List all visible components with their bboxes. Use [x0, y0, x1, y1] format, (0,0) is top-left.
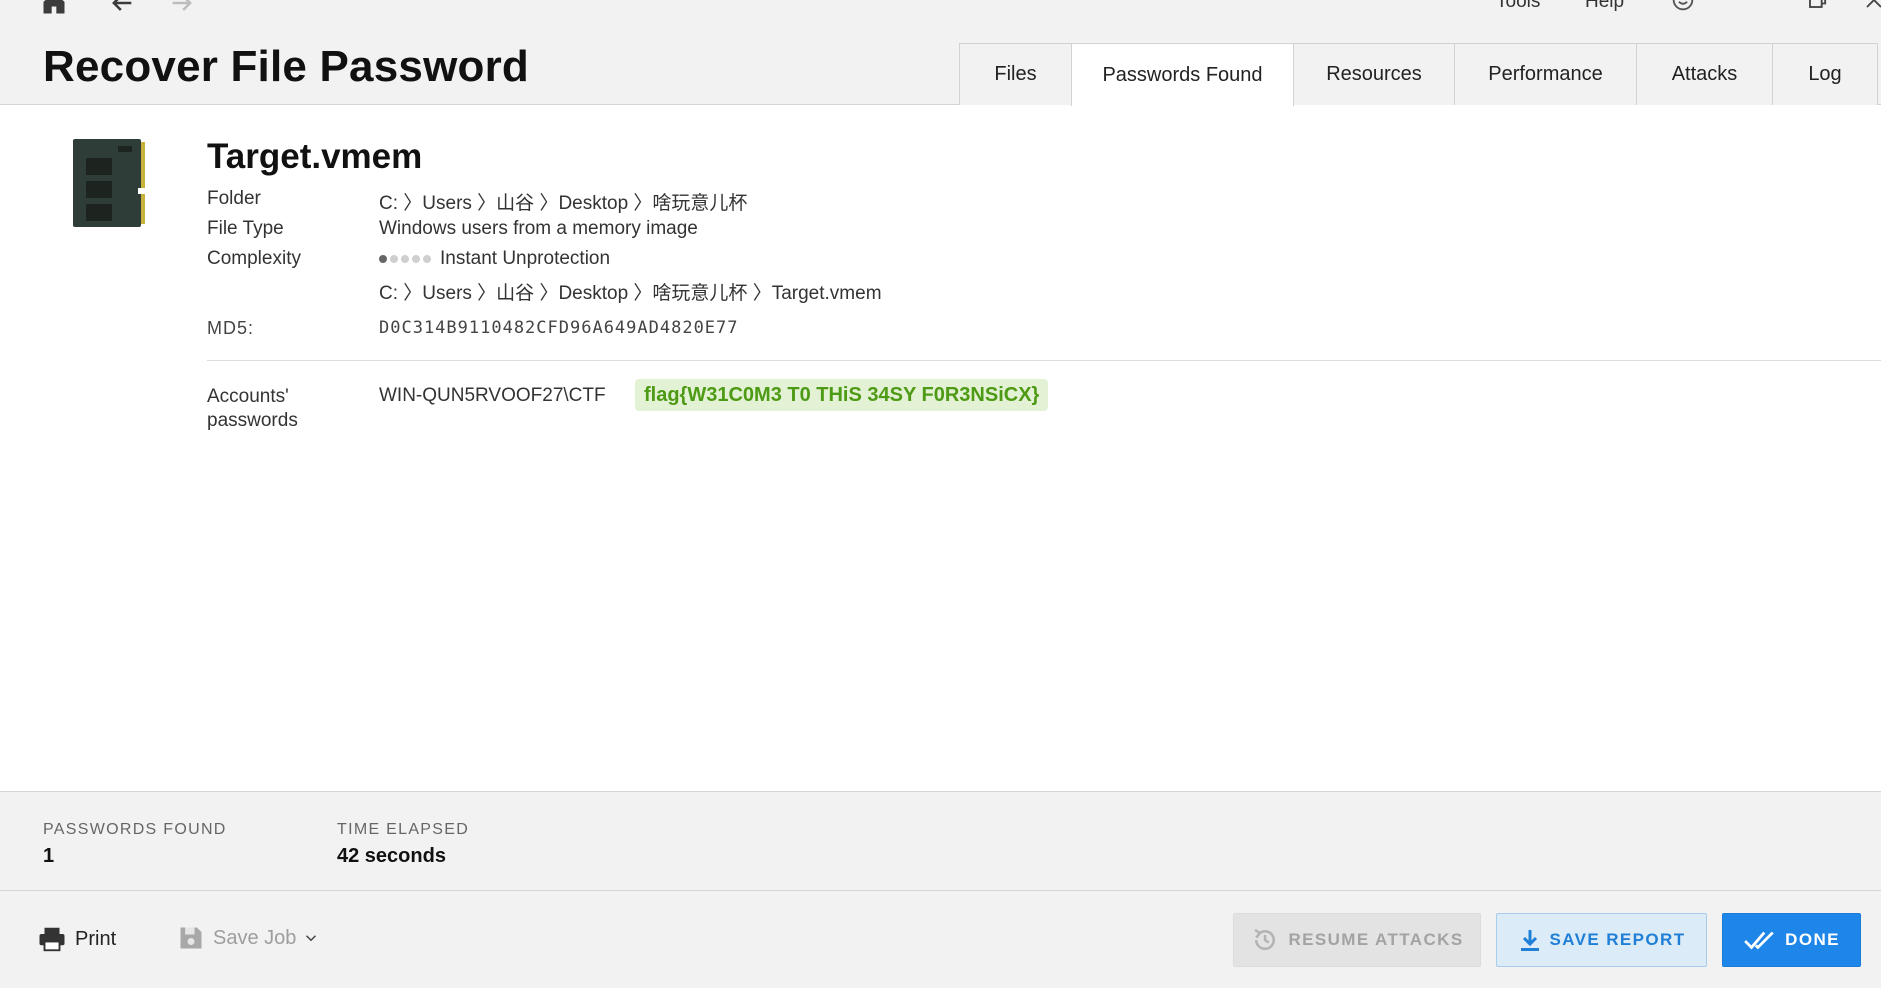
md5-label: MD5: — [207, 318, 255, 338]
save-disk-icon — [180, 927, 202, 949]
tab-performance[interactable]: Performance — [1454, 43, 1637, 105]
done-button[interactable]: DONE — [1722, 913, 1861, 967]
tab-log[interactable]: Log — [1772, 43, 1878, 105]
chevron-down-icon[interactable] — [302, 929, 320, 947]
divider — [207, 360, 1881, 361]
complexity-dot — [379, 255, 387, 263]
download-icon — [1520, 930, 1539, 951]
complexity-dot — [423, 255, 431, 263]
tab-bar: Files Passwords Found Resources Performa… — [959, 43, 1878, 106]
done-label: DONE — [1785, 930, 1840, 949]
folder-label: Folder — [207, 188, 261, 209]
menu-tools[interactable]: Tools — [1496, 0, 1540, 13]
resume-attacks-button[interactable]: RESUME ATTACKS — [1233, 913, 1481, 967]
print-button[interactable]: Print — [37, 924, 116, 954]
home-icon[interactable] — [38, 0, 70, 16]
back-arrow-icon[interactable] — [106, 0, 138, 16]
tab-passwords-found[interactable]: Passwords Found — [1071, 43, 1294, 106]
save-job-button[interactable]: Save Job — [177, 924, 328, 952]
resume-icon — [1254, 928, 1276, 951]
file-type-label: File Type — [207, 218, 284, 239]
bottom-action-bar: Print Save Job RESUME ATTACKS SAVE REPOR… — [0, 891, 1881, 988]
save-report-button[interactable]: SAVE REPORT — [1496, 913, 1707, 967]
file-type-value: Windows users from a memory image — [379, 218, 698, 239]
tab-files[interactable]: Files — [959, 43, 1072, 105]
tab-resources[interactable]: Resources — [1293, 43, 1455, 105]
top-bar: Tools Help Recover File Password Files P… — [0, 0, 1881, 106]
file-name: Target.vmem — [207, 137, 423, 176]
stats-bar: PASSWORDS FOUND 1 TIME ELAPSED 42 second… — [0, 791, 1881, 891]
complexity-dot — [412, 255, 420, 263]
resume-attacks-label: RESUME ATTACKS — [1288, 930, 1464, 949]
save-report-label: SAVE REPORT — [1549, 930, 1686, 949]
print-label: Print — [75, 927, 117, 950]
complexity-value: Instant Unprotection — [379, 248, 610, 270]
time-elapsed-value: 42 seconds — [337, 845, 446, 867]
restore-window-icon[interactable] — [1801, 0, 1833, 13]
folder-value: C: 〉Users 〉山谷 〉Desktop 〉啥玩意儿杯 — [379, 193, 748, 214]
passwords-found-panel: Target.vmem Folder C: 〉Users 〉山谷 〉Deskto… — [0, 105, 1881, 791]
passwords-found-label: PASSWORDS FOUND — [43, 821, 227, 838]
forward-arrow-icon[interactable] — [166, 0, 198, 16]
full-path: C: 〉Users 〉山谷 〉Desktop 〉啥玩意儿杯 〉Target.vm… — [379, 283, 882, 304]
complexity-dot — [401, 255, 409, 263]
complexity-label: Complexity — [207, 248, 301, 269]
double-check-icon — [1744, 931, 1774, 950]
found-password[interactable]: flag{W31C0M3 T0 THiS 34SY F0R3NSiCX} — [635, 379, 1049, 411]
account-name: WIN-QUN5RVOOF27\CTF — [379, 385, 606, 406]
menu-help[interactable]: Help — [1585, 0, 1624, 13]
page-title: Recover File Password — [43, 42, 529, 91]
tab-attacks[interactable]: Attacks — [1636, 43, 1773, 105]
complexity-text: Instant Unprotection — [440, 248, 611, 269]
memory-module-icon — [72, 138, 146, 228]
passwords-found-value: 1 — [43, 845, 55, 867]
printer-icon — [39, 927, 65, 952]
save-job-label: Save Job — [213, 926, 297, 949]
accounts-label: Accounts' passwords — [207, 386, 298, 431]
close-window-icon[interactable] — [1858, 0, 1881, 13]
time-elapsed-label: TIME ELAPSED — [337, 821, 470, 838]
md5-value: D0C314B9110482CFD96A649AD4820E77 — [379, 318, 739, 338]
feedback-smiley-icon[interactable] — [1667, 0, 1699, 13]
complexity-dots-icon — [379, 255, 431, 263]
complexity-dot — [390, 255, 398, 263]
